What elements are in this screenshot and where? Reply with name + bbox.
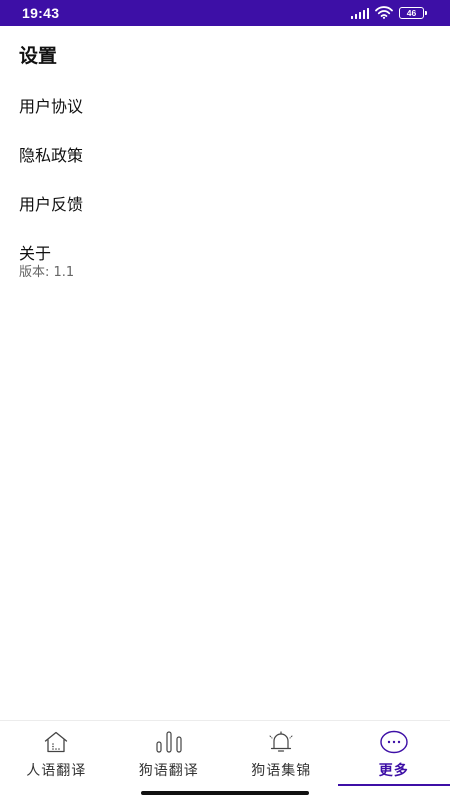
house-icon bbox=[43, 730, 69, 754]
tab-dog-translate[interactable]: 狗语翻译 bbox=[113, 721, 226, 785]
menu-item-user-agreement[interactable]: 用户协议 bbox=[19, 93, 83, 117]
menu-item-privacy-policy[interactable]: 隐私政策 bbox=[19, 142, 83, 166]
bell-icon bbox=[267, 730, 295, 754]
home-indicator[interactable] bbox=[141, 791, 309, 795]
menu-item-user-feedback[interactable]: 用户反馈 bbox=[19, 191, 83, 215]
active-tab-indicator bbox=[338, 784, 450, 786]
tab-label: 狗语翻译 bbox=[138, 763, 199, 779]
battery-level: 46 bbox=[406, 7, 417, 18]
status-time: 19:43 bbox=[22, 5, 60, 21]
status-icons: 46 bbox=[350, 4, 427, 23]
tab-more[interactable]: 更多 bbox=[338, 721, 450, 785]
page-title: 设置 bbox=[19, 45, 58, 67]
bottom-nav: 人语翻译 狗语翻译 狗语集锦 更多 bbox=[0, 720, 450, 800]
tab-label: 人语翻译 bbox=[26, 763, 87, 779]
tab-label: 更多 bbox=[378, 763, 409, 779]
more-icon bbox=[379, 730, 409, 754]
tab-human-translate[interactable]: 人语翻译 bbox=[0, 721, 113, 785]
status-bar: 19:43 46 bbox=[0, 0, 450, 26]
bars-icon bbox=[154, 730, 184, 754]
battery-icon: 46 bbox=[399, 7, 427, 19]
about-version: 版本: 1.1 bbox=[19, 265, 75, 280]
tab-dog-collection[interactable]: 狗语集锦 bbox=[225, 721, 338, 785]
tab-label: 狗语集锦 bbox=[251, 763, 312, 779]
signal-icon bbox=[350, 7, 369, 19]
wifi-icon bbox=[375, 4, 393, 23]
